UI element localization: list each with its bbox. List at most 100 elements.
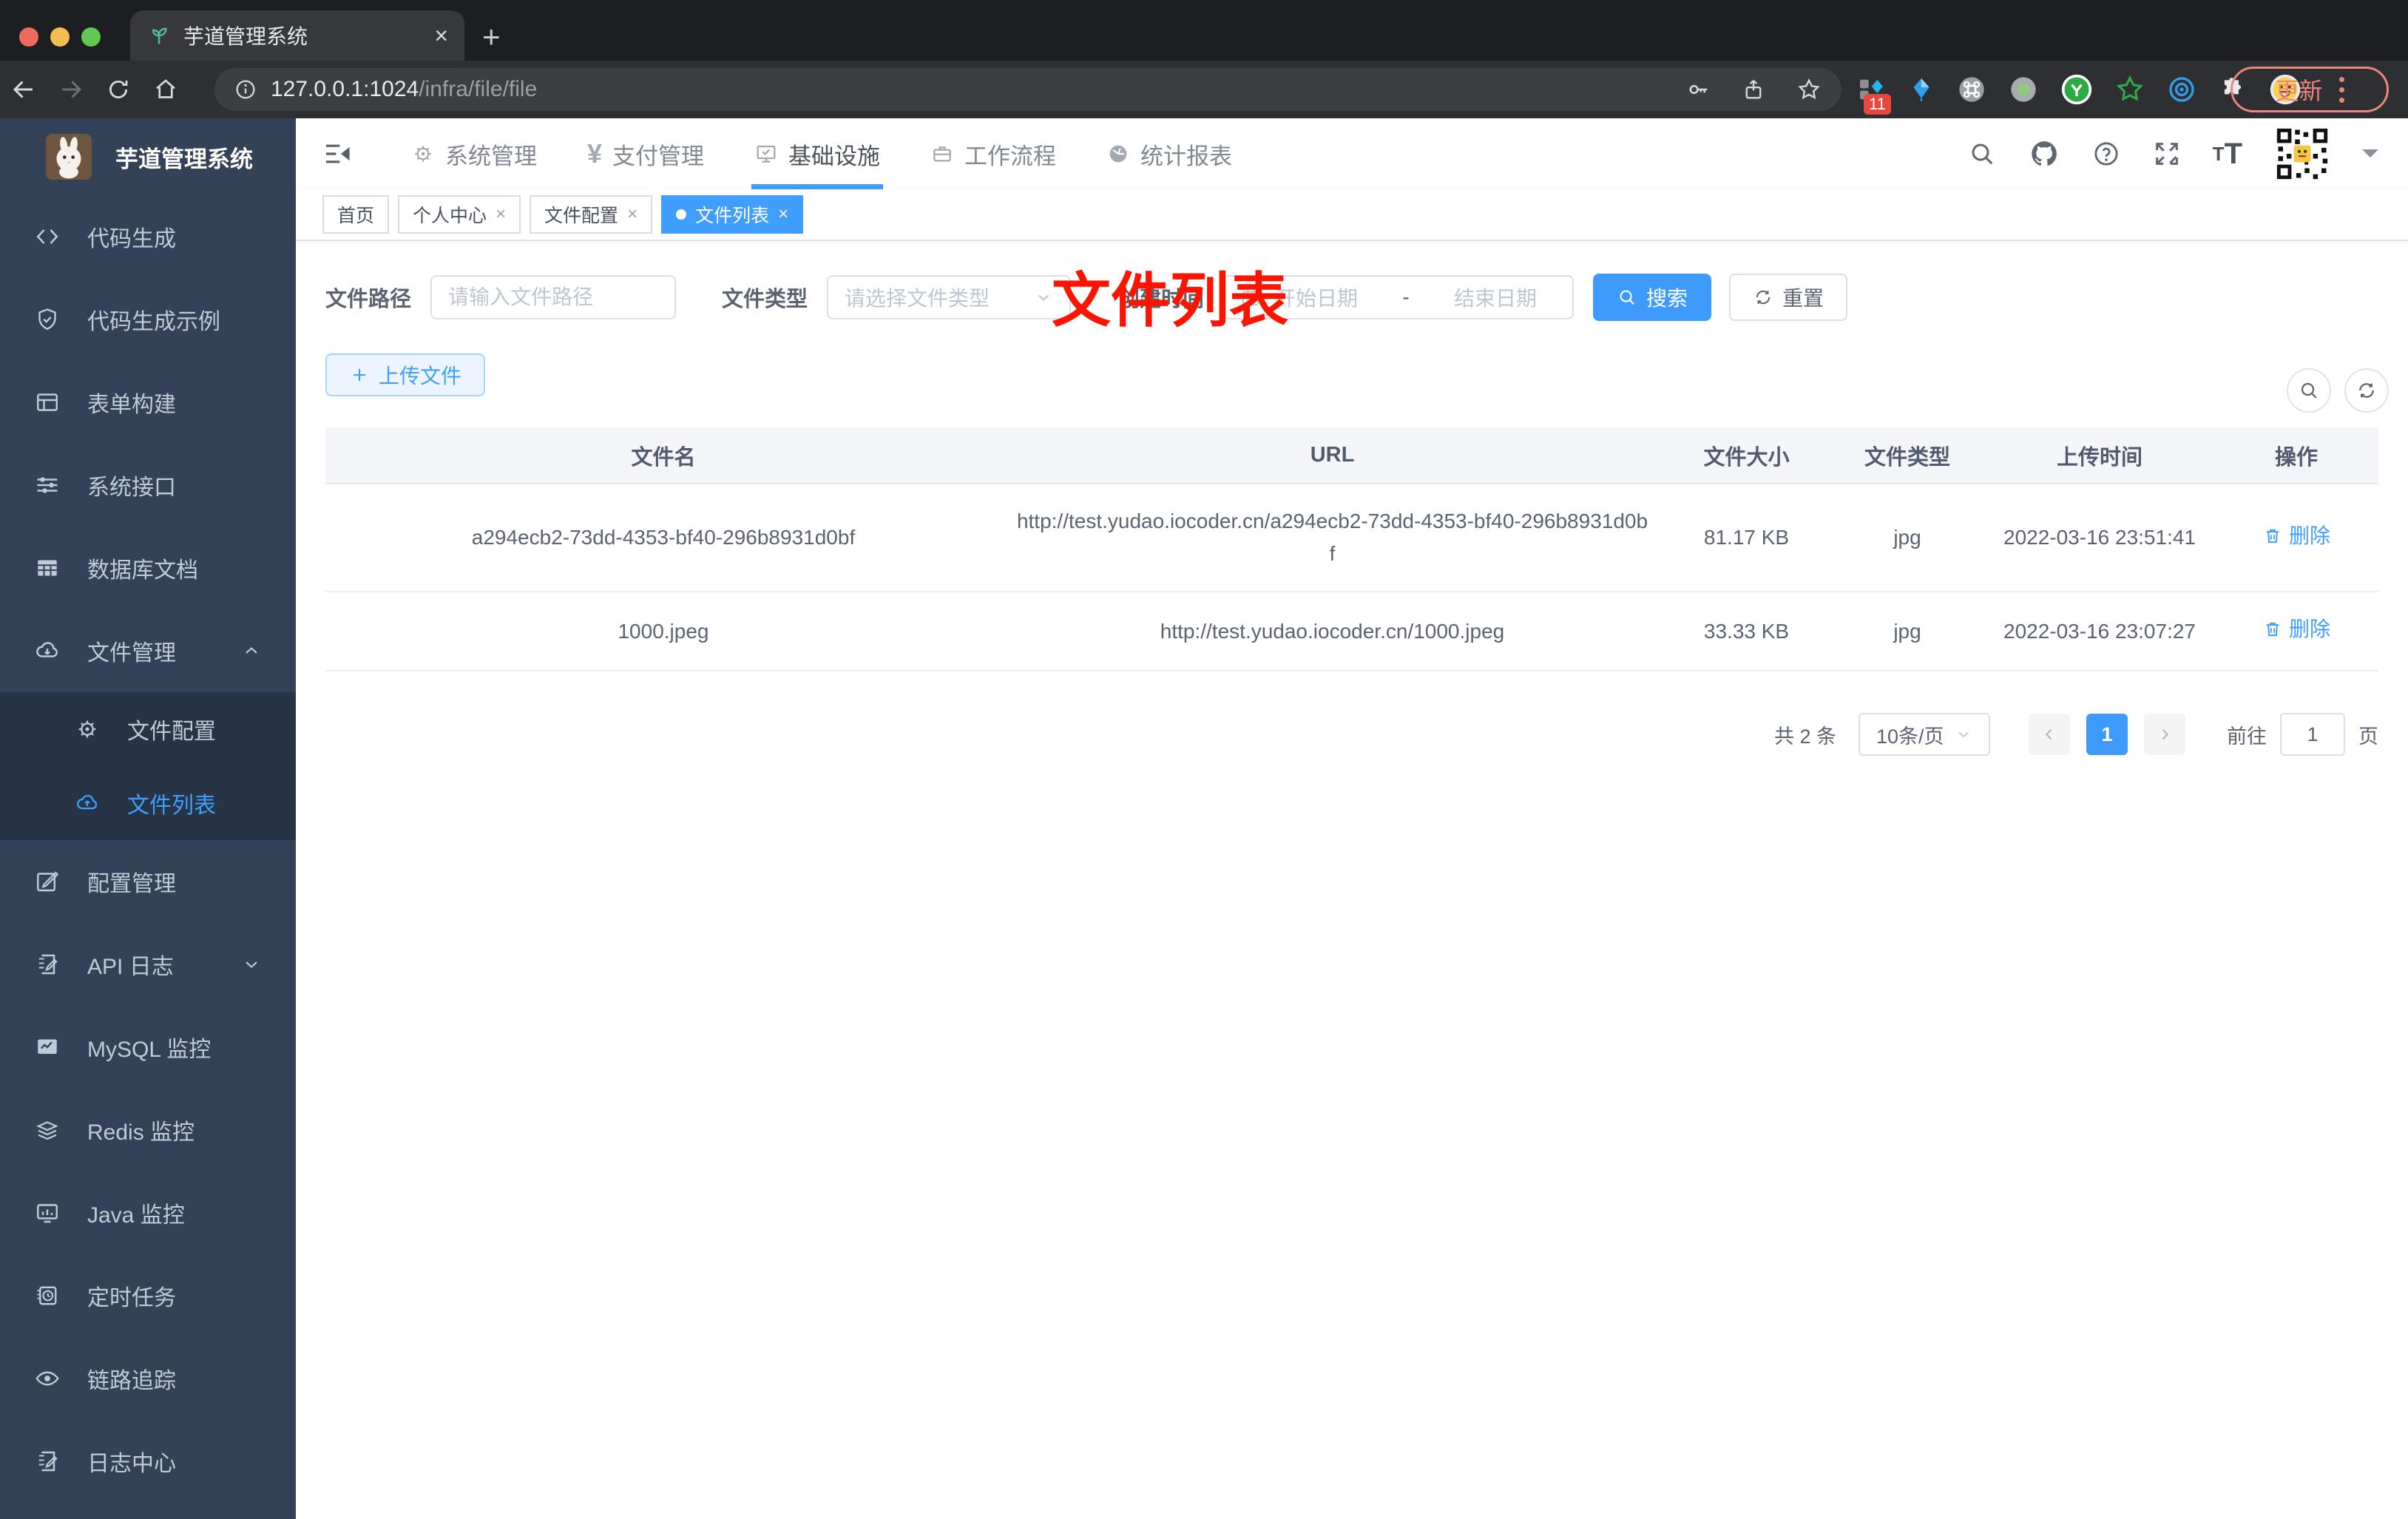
avatar-caret-down-icon[interactable] (2362, 149, 2378, 166)
sidebar-item-label: 数据库文档 (87, 558, 198, 583)
browser-menu-icon[interactable] (2338, 76, 2344, 103)
sidebar-item-form-builder[interactable]: 表单构建 (0, 361, 296, 444)
home-icon[interactable] (142, 76, 189, 103)
topnav-workflow[interactable]: 工作流程 (905, 118, 1081, 189)
eye-icon (33, 1365, 62, 1392)
green-star-extension-icon[interactable] (2115, 75, 2145, 104)
tag-file-list[interactable]: 文件列表 × (661, 195, 804, 234)
cell-url: http://test.yudao.iocoder.cn/a294ecb2-73… (1001, 484, 1663, 592)
upload-file-button[interactable]: 上传文件 (325, 353, 486, 396)
sidebar-item-label: 定时任务 (87, 1286, 176, 1310)
font-size-icon[interactable]: TT (2213, 138, 2242, 171)
file-path-field[interactable] (430, 275, 677, 319)
sidebar-item-file-management[interactable]: 文件管理 (0, 609, 296, 692)
delete-button[interactable]: 删除 (2262, 520, 2330, 552)
fullscreen-icon[interactable] (2152, 139, 2182, 169)
app-header: 系统管理 ¥ 支付管理 基础设施 工作流程 统计报表 T T (296, 118, 2408, 189)
url-host: 127.0.0.1:1024 (271, 77, 419, 101)
sidebar-item-mysql-monitor[interactable]: MySQL 监控 (0, 1006, 296, 1089)
share-icon[interactable] (1741, 77, 1766, 102)
prev-page-button[interactable] (2029, 714, 2070, 755)
page-size-select[interactable]: 10条/页 (1859, 713, 1990, 756)
sidebar-item-label: 系统接口 (87, 476, 176, 500)
sidebar-logo-row[interactable]: 芋道管理系统 (0, 118, 296, 195)
page-1-button[interactable]: 1 (2086, 714, 2128, 755)
topnav-system[interactable]: 系统管理 (386, 118, 562, 189)
sidebar-item-code-generation[interactable]: 代码生成 (0, 195, 296, 278)
tag-home[interactable]: 首页 (322, 195, 390, 234)
table-row: a294ecb2-73dd-4353-bf40-296b8931d0bf htt… (325, 484, 2378, 592)
cell-file-name: 1000.jpeg (325, 592, 1001, 671)
back-icon[interactable] (0, 76, 47, 103)
file-path-input[interactable] (448, 285, 659, 309)
col-actions: 操作 (2214, 427, 2378, 484)
tag-close-icon[interactable]: × (627, 204, 637, 225)
site-info-icon[interactable] (234, 78, 257, 101)
gray-dot-extension-icon[interactable] (2009, 75, 2038, 104)
sidebar-item-file-list[interactable]: 文件列表 (0, 766, 296, 840)
traffic-light-minimize[interactable] (50, 27, 70, 47)
cell-file-name: a294ecb2-73dd-4353-bf40-296b8931d0bf (325, 484, 1001, 592)
chevron-down-icon (1955, 725, 1972, 743)
reload-icon[interactable] (95, 77, 142, 102)
briefcase-icon (930, 142, 954, 166)
address-bar[interactable]: 127.0.0.1:1024/infra/file/file (214, 68, 1841, 111)
goto-page-input[interactable] (2280, 713, 2345, 756)
sidebar-item-db-doc[interactable]: 数据库文档 (0, 527, 296, 609)
sidebar-item-label: 表单构建 (87, 393, 176, 417)
password-key-icon[interactable] (1686, 77, 1711, 102)
sidebar-item-java-monitor[interactable]: Java 监控 (0, 1171, 296, 1254)
help-icon[interactable] (2091, 139, 2121, 169)
sidebar-collapse-icon[interactable] (322, 139, 352, 169)
sidebar-item-file-config[interactable]: 文件配置 (0, 692, 296, 766)
show-search-icon[interactable] (2287, 368, 2331, 413)
delete-button[interactable]: 删除 (2262, 613, 2330, 646)
sidebar-item-system-api[interactable]: 系统接口 (0, 444, 296, 527)
github-icon[interactable] (2028, 138, 2060, 170)
sidebar-item-redis-monitor[interactable]: Redis 监控 (0, 1089, 296, 1171)
browser-tab[interactable]: 芋道管理系统 × (130, 10, 464, 61)
tag-close-icon[interactable]: × (778, 204, 788, 225)
tampermonkey-extension-icon[interactable]: 11 (1856, 75, 1891, 115)
sidebar-item-log-center[interactable]: 日志中心 (0, 1420, 296, 1503)
page-size-value: 10条/页 (1876, 725, 1944, 748)
browser-tab-strip: 芋道管理系统 × + (0, 0, 2408, 61)
avatar-qr-code[interactable] (2273, 125, 2331, 183)
next-page-button[interactable] (2144, 714, 2185, 755)
sidebar-item-config-management[interactable]: 配置管理 (0, 840, 296, 923)
sidebar-item-api-log[interactable]: API 日志 (0, 923, 296, 1006)
tag-close-icon[interactable]: × (496, 204, 506, 225)
reset-button[interactable]: 重置 (1729, 274, 1848, 321)
tab-close-icon[interactable]: × (434, 24, 448, 47)
sidebar-item-codegen-example[interactable]: 代码生成示例 (0, 278, 296, 361)
search-icon[interactable] (1967, 139, 1997, 169)
refresh-table-icon[interactable] (2344, 368, 2389, 413)
new-tab-button[interactable]: + (482, 19, 501, 55)
y-extension-icon[interactable] (2060, 73, 2093, 106)
sidebar-item-scheduled-task[interactable]: 定时任务 (0, 1254, 296, 1337)
file-type-placeholder: 请选择文件类型 (845, 287, 990, 310)
tag-profile[interactable]: 个人中心 × (398, 195, 521, 234)
tag-file-config[interactable]: 文件配置 × (530, 195, 653, 234)
traffic-light-zoom[interactable] (81, 27, 101, 47)
kite-extension-icon[interactable] (1908, 75, 1935, 104)
traffic-light-close[interactable] (19, 27, 38, 47)
sidebar-item-label: 链路追踪 (87, 1369, 176, 1393)
notepad-edit-icon (33, 1448, 62, 1475)
command-extension-icon[interactable] (1957, 75, 1986, 104)
topnav-report[interactable]: 统计报表 (1081, 118, 1257, 189)
topnav-infrastructure[interactable]: 基础设施 (729, 118, 905, 189)
browser-update-button[interactable]: 更新 (2231, 67, 2389, 112)
bookmark-star-icon[interactable] (1796, 76, 1822, 103)
end-date-placeholder[interactable]: 结束日期 (1454, 283, 1537, 312)
file-type-select[interactable]: 请选择文件类型 (827, 275, 1072, 319)
sidebar-item-trace[interactable]: 链路追踪 (0, 1337, 296, 1420)
sidebar-item-label: 文件列表 (127, 794, 216, 818)
forward-icon[interactable] (47, 76, 95, 103)
pagination: 共 2 条 10条/页 1 前往 页 (325, 713, 2378, 756)
plus-icon (349, 365, 370, 385)
chevron-down-icon (1034, 288, 1053, 307)
search-button[interactable]: 搜索 (1593, 274, 1712, 321)
blue-eye-extension-icon[interactable] (2167, 75, 2196, 104)
topnav-payment[interactable]: ¥ 支付管理 (562, 118, 729, 189)
